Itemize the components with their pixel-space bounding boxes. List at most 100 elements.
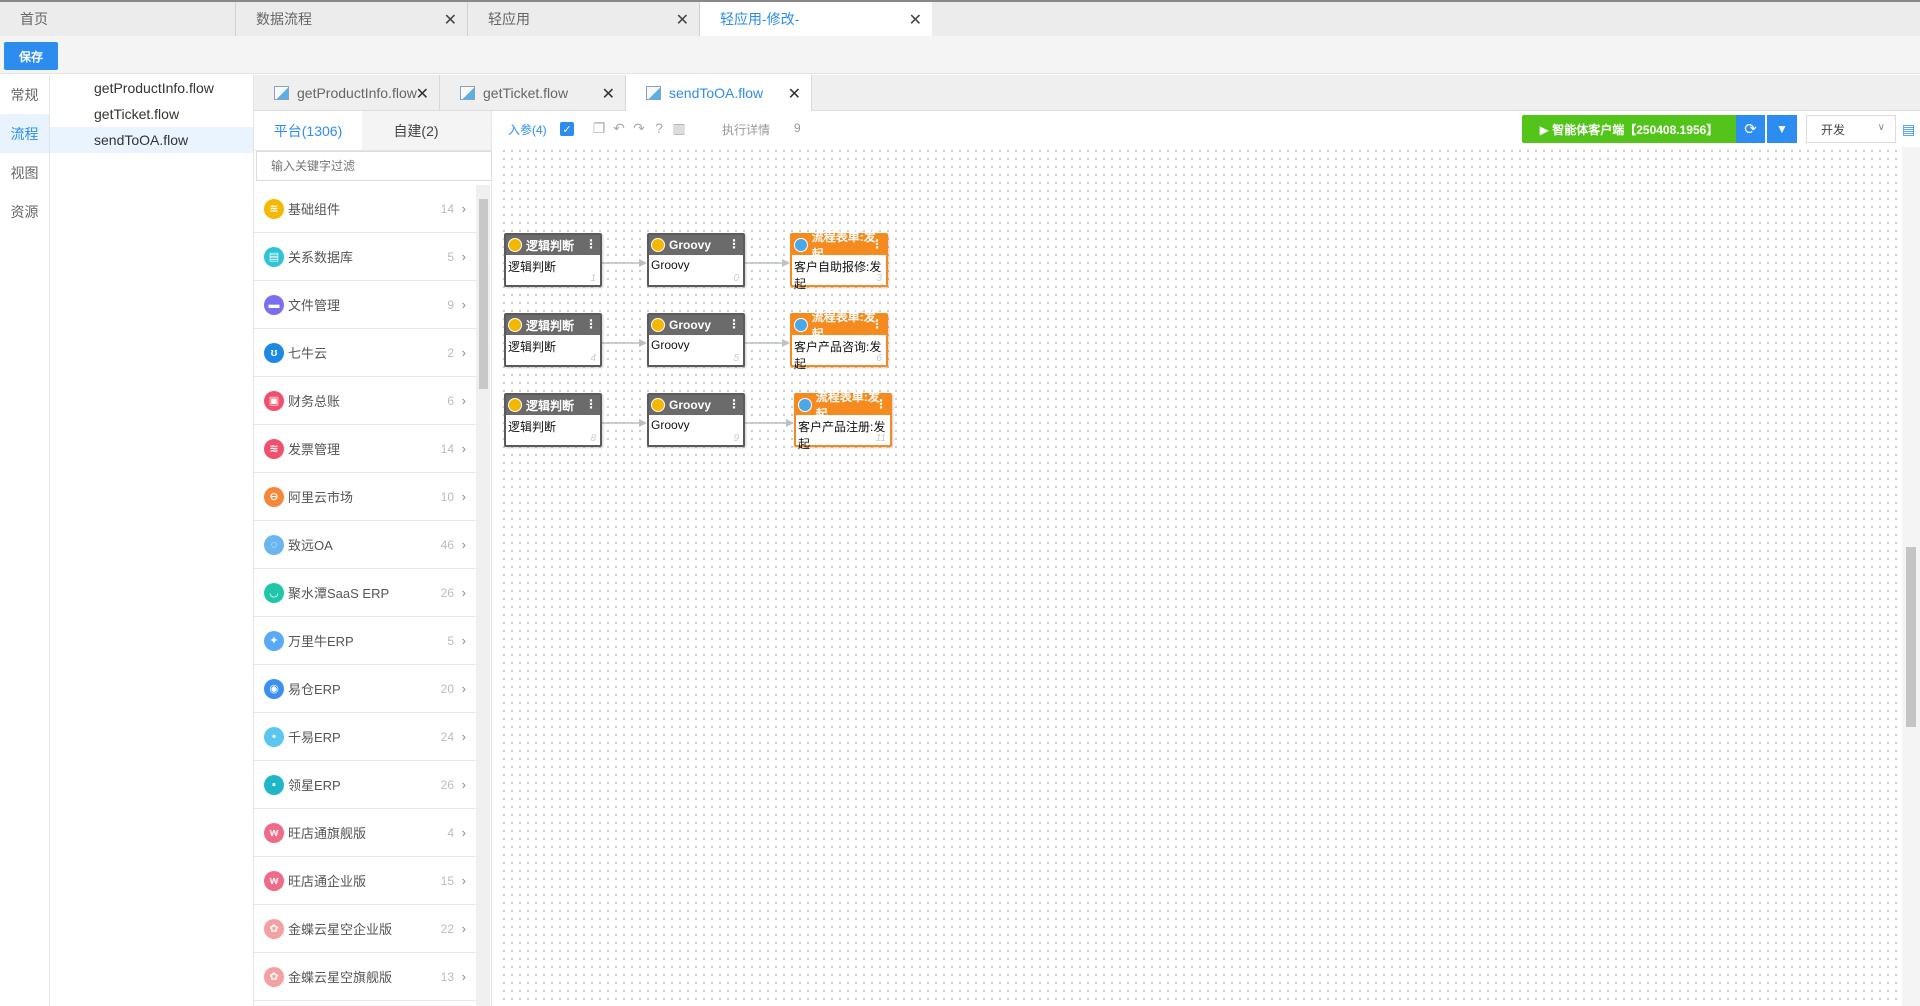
flow-node-body: 逻辑判断: [508, 260, 557, 274]
flow-node-header: 逻辑判断 ⋮: [506, 235, 600, 255]
top-tab-3[interactable]: 轻应用-修改- ✕: [700, 2, 932, 36]
flow-canvas[interactable]: 逻辑判断 ⋮ 逻辑判断 1 Groovy ⋮ Groovy 0 流程表单:发起 ⋮ 客户自助报修:发…: [500, 147, 1902, 1006]
form-icon: [794, 318, 808, 332]
flow-file-item[interactable]: getProductInfo.flow: [50, 75, 253, 101]
component-icon: [651, 318, 665, 332]
more-icon[interactable]: ⋮: [585, 397, 597, 411]
component-category-item[interactable]: ◡ 聚水潭SaaS ERP 26 ›: [254, 569, 476, 617]
agent-dropdown-button[interactable]: ▼: [1767, 115, 1797, 143]
flow-node[interactable]: 流程表单:发起 ⋮ 客户产品咨询:发起 6: [790, 310, 888, 371]
editor-tab-0[interactable]: getProductInfo.flow ✕: [254, 75, 440, 111]
component-category-name: 发票管理: [288, 442, 341, 457]
copy-icon[interactable]: ❐: [592, 120, 606, 136]
more-icon[interactable]: ⋮: [585, 237, 597, 251]
rail-item-3[interactable]: 资源: [0, 192, 49, 231]
close-icon[interactable]: ✕: [676, 10, 689, 30]
flow-node-number: 1: [590, 273, 596, 284]
exec-details-link[interactable]: 执行详情: [722, 121, 770, 138]
params-checkbox[interactable]: ✓: [560, 122, 574, 136]
component-category-icon: ✿: [264, 966, 284, 987]
close-icon[interactable]: ✕: [909, 10, 922, 30]
close-icon[interactable]: ✕: [602, 84, 615, 104]
undo-icon[interactable]: ↶: [612, 120, 626, 136]
component-category-name: 阿里云市场: [288, 490, 354, 505]
flow-edge-arrow: [782, 259, 790, 267]
flow-file-item[interactable]: sendToOA.flow: [50, 127, 253, 153]
canvas-scrollbar-thumb[interactable]: [1906, 547, 1916, 727]
scrollbar-thumb[interactable]: [479, 199, 488, 389]
top-tab-2[interactable]: 轻应用 ✕: [468, 2, 700, 36]
component-category-item[interactable]: ▤ 关系数据库 5 ›: [254, 233, 476, 281]
close-icon[interactable]: ✕: [444, 10, 457, 30]
tab-custom[interactable]: 自建(2): [362, 111, 470, 150]
component-category-item[interactable]: ✿ 金蝶云星空企业版 22 ›: [254, 905, 476, 953]
component-search-input[interactable]: [256, 151, 492, 181]
save-button[interactable]: 保存: [4, 42, 58, 70]
component-list-scrollbar[interactable]: [476, 185, 490, 1006]
flow-node-header: 逻辑判断 ⋮: [506, 315, 600, 335]
component-category-item[interactable]: w 旺店通旗舰版 4 ›: [254, 809, 476, 857]
agent-client-button[interactable]: ▶ 智能体客户端【250408.1956】: [1522, 115, 1736, 143]
component-category-name: 财务总账: [288, 394, 341, 409]
flow-node[interactable]: 流程表单:发起 ⋮ 客户自助报修:发起 3: [790, 230, 888, 291]
top-tab-label: 轻应用-修改-: [720, 11, 800, 27]
trash-icon[interactable]: ▥: [672, 120, 686, 136]
component-category-item[interactable]: ◉ 易仓ERP 20 ›: [254, 665, 476, 713]
component-category-item[interactable]: ʊ 七牛云 2 ›: [254, 329, 476, 377]
tab-platform[interactable]: 平台(1306): [254, 111, 362, 150]
env-select[interactable]: 开发 ∨: [1806, 115, 1896, 143]
more-icon[interactable]: ⋮: [871, 317, 883, 331]
more-icon[interactable]: ⋮: [871, 237, 883, 251]
refresh-icon: ⟳: [1744, 121, 1757, 138]
editor-tab-1[interactable]: getTicket.flow ✕: [440, 75, 626, 111]
redo-icon[interactable]: ↷: [632, 120, 646, 136]
rail-item-1[interactable]: 流程: [0, 114, 49, 153]
component-category-item[interactable]: ✦ 万里牛ERP 5 ›: [254, 617, 476, 665]
component-category-item[interactable]: ▪ 领星ERP 26 ›: [254, 761, 476, 809]
component-category-item[interactable]: ≋ 基础组件 14 ›: [254, 185, 476, 233]
flow-node[interactable]: 逻辑判断 ⋮ 逻辑判断 4: [504, 313, 602, 367]
flow-node[interactable]: 逻辑判断 ⋮ 逻辑判断 1: [504, 233, 602, 287]
close-icon[interactable]: ✕: [788, 84, 801, 104]
flow-node[interactable]: 流程表单:发起 ⋮ 客户产品注册:发起 11: [794, 390, 892, 451]
editor-tab-2[interactable]: sendToOA.flow ✕: [626, 75, 812, 111]
component-category-item[interactable]: ▣ 财务总账 6 ›: [254, 377, 476, 425]
flow-edge-arrow: [782, 339, 790, 347]
flow-node-header: 流程表单:发起 ⋮: [792, 310, 886, 341]
more-icon[interactable]: ⋮: [728, 317, 740, 331]
more-icon[interactable]: ⋮: [728, 237, 740, 251]
flow-node[interactable]: 逻辑判断 ⋮ 逻辑判断 8: [504, 393, 602, 447]
canvas-scrollbar[interactable]: [1902, 147, 1920, 1006]
component-category-icon: ≋: [264, 438, 284, 459]
component-category-item[interactable]: ✿ 金蝶云星空旗舰版 13 ›: [254, 953, 476, 1001]
refresh-button[interactable]: ⟳: [1736, 115, 1766, 143]
flow-node[interactable]: Groovy ⋮ Groovy 0: [647, 233, 745, 287]
component-tabs: 平台(1306) 自建(2): [254, 111, 491, 151]
rail-item-0[interactable]: 常规: [0, 75, 49, 114]
component-category-count: 22: [440, 921, 454, 936]
component-list: ≋ 基础组件 14 › ▤ 关系数据库 5 › ▬ 文件管理 9 › ʊ 七牛云 2 › ▣ 财务总账 6 › ≋ 发票管…: [254, 185, 476, 1006]
component-category-item[interactable]: • 千易ERP 24 ›: [254, 713, 476, 761]
clipboard-icon[interactable]: ▤: [1902, 121, 1915, 138]
chevron-right-icon: ›: [461, 489, 466, 504]
params-link[interactable]: 入参(4): [508, 121, 547, 138]
flow-node[interactable]: Groovy ⋮ Groovy 5: [647, 313, 745, 367]
rail-item-2[interactable]: 视图: [0, 153, 49, 192]
flow-node[interactable]: Groovy ⋮ Groovy 9: [647, 393, 745, 447]
flow-file-item[interactable]: getTicket.flow: [50, 101, 253, 127]
close-icon[interactable]: ✕: [416, 84, 429, 104]
top-tab-1[interactable]: 数据流程 ✕: [236, 2, 468, 36]
flow-node-body: 逻辑判断: [508, 340, 557, 354]
component-category-name: 基础组件: [288, 202, 341, 217]
more-icon[interactable]: ⋮: [728, 397, 740, 411]
top-tab-0[interactable]: 首页: [0, 2, 236, 36]
more-icon[interactable]: ⋮: [875, 397, 887, 411]
help-icon[interactable]: ?: [652, 120, 666, 136]
component-category-item[interactable]: w 旺店通企业版 15 ›: [254, 857, 476, 905]
component-category-item[interactable]: ▬ 文件管理 9 ›: [254, 281, 476, 329]
component-icon: [508, 318, 522, 332]
component-category-item[interactable]: ≋ 发票管理 14 ›: [254, 425, 476, 473]
component-category-item[interactable]: ◌ 致远OA 46 ›: [254, 521, 476, 569]
more-icon[interactable]: ⋮: [585, 317, 597, 331]
component-category-item[interactable]: ⊖ 阿里云市场 10 ›: [254, 473, 476, 521]
